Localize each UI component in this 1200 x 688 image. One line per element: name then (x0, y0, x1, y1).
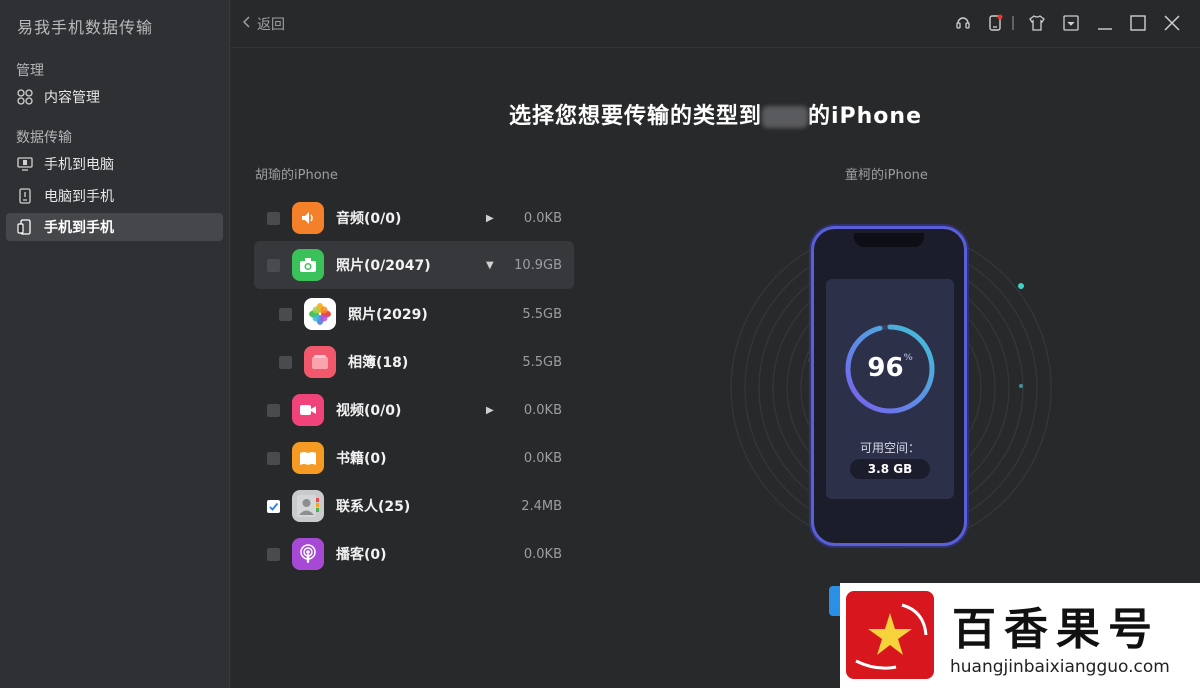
target-phone-mockup: 96% 可用空间： 3.8 GB (811, 226, 967, 546)
expand-arrow-icon[interactable]: ▶ (486, 213, 494, 224)
section-transfer-label: 数据传输 (16, 130, 72, 146)
page-title: 选择您想要传输的类型到 的iPhone (508, 104, 923, 129)
available-space-value: 3.8 GB (850, 459, 930, 479)
sidebar-item-pc-to-phone[interactable]: 电脑到手机 (6, 182, 223, 210)
section-manage-label: 管理 (16, 63, 44, 79)
speaker-icon (292, 202, 324, 234)
phone-notch (854, 233, 924, 247)
maximize-icon[interactable] (1128, 13, 1148, 33)
category-row-podcasts[interactable]: 播客(0) 0.0KB (254, 530, 574, 578)
video-icon (292, 394, 324, 426)
album-icon (304, 346, 336, 378)
sidebar-item-phone-to-phone[interactable]: 手机到手机 (6, 213, 223, 241)
category-size: 0.0KB (523, 402, 562, 418)
category-label: 视频(0/0) (336, 403, 402, 419)
sidebar-item-label: 电脑到手机 (44, 189, 114, 205)
chevron-left-icon (242, 16, 251, 32)
category-row-contacts[interactable]: 联系人(25) 2.4MB (254, 482, 574, 530)
phone-to-phone-icon (16, 218, 34, 236)
divider-icon (1009, 13, 1017, 33)
category-size: 2.4MB (521, 498, 562, 514)
checkbox-checked[interactable] (267, 499, 280, 513)
category-row-audio[interactable]: 音频(0/0) ▶ 0.0KB (254, 194, 574, 242)
category-label: 书籍(0) (336, 451, 387, 467)
contacts-icon (292, 490, 324, 522)
category-size: 0.0KB (523, 210, 562, 226)
sidebar-item-label: 内容管理 (44, 90, 100, 106)
collapse-arrow-icon[interactable]: ▼ (486, 260, 494, 271)
checkbox[interactable] (279, 307, 292, 321)
camera-icon (292, 249, 324, 281)
app-title: 易我手机数据传输 (17, 18, 154, 37)
sidebar-item-label: 手机到电脑 (44, 157, 114, 173)
checkbox[interactable] (267, 211, 280, 225)
checkbox[interactable] (267, 547, 280, 561)
menu-dropdown-icon[interactable] (1061, 13, 1081, 33)
redacted-name (761, 106, 808, 128)
checkbox[interactable] (267, 258, 280, 272)
watermark-url: huangjinbaixiangguo.com (950, 657, 1170, 677)
target-device-label: 童柯的iPhone (845, 168, 928, 183)
back-button[interactable]: 返回 (242, 14, 285, 34)
category-row-video[interactable]: 视频(0/0) ▶ 0.0KB (254, 386, 574, 434)
watermark-title: 百香果号 (952, 604, 1160, 655)
watermark: 百香果号 huangjinbaixiangguo.com (840, 583, 1200, 688)
minimize-icon[interactable] (1095, 13, 1115, 33)
pc-to-phone-icon (16, 187, 34, 205)
checkbox[interactable] (267, 403, 280, 417)
storage-card: 96% 可用空间： 3.8 GB (826, 279, 954, 499)
topbar: 返回 (231, 0, 1200, 48)
checkbox[interactable] (267, 451, 280, 465)
shirt-icon[interactable] (1027, 13, 1047, 33)
subcategory-row-photos[interactable]: 照片(2029) 5.5GB (254, 290, 574, 338)
support-icon[interactable] (953, 13, 973, 33)
sidebar: 易我手机数据传输 管理 内容管理 数据传输 手机到电脑 电脑到手机 手机到手机 (0, 0, 230, 688)
available-space-label: 可用空间： (859, 441, 920, 455)
podcast-icon (292, 538, 324, 570)
phone-to-pc-icon (16, 155, 34, 173)
sidebar-item-content-manage[interactable]: 内容管理 (6, 83, 223, 111)
sidebar-item-label: 手机到手机 (44, 220, 114, 236)
back-label: 返回 (257, 17, 285, 33)
category-label: 播客(0) (336, 547, 387, 563)
category-label: 联系人(25) (336, 499, 411, 515)
book-icon (292, 442, 324, 474)
category-label: 相簿(18) (348, 355, 409, 371)
category-label: 照片(2029) (348, 307, 428, 323)
grid-icon (16, 88, 34, 106)
subcategory-row-albums[interactable]: 相簿(18) 5.5GB (254, 338, 574, 386)
category-label: 照片(0/2047) (336, 258, 431, 274)
sidebar-item-phone-to-pc[interactable]: 手机到电脑 (6, 150, 223, 178)
category-row-photos[interactable]: 照片(0/2047) ▼ 10.9GB (254, 241, 574, 289)
category-size: 0.0KB (523, 546, 562, 562)
category-size: 5.5GB (522, 306, 562, 322)
device-icon[interactable] (985, 13, 1005, 33)
category-label: 音频(0/0) (336, 211, 402, 227)
category-row-books[interactable]: 书籍(0) 0.0KB (254, 434, 574, 482)
photos-flower-icon (304, 298, 336, 330)
checkbox[interactable] (279, 355, 292, 369)
watermark-logo (846, 591, 934, 679)
transfer-percent: 96% (867, 353, 913, 383)
category-size: 10.9GB (514, 257, 562, 273)
source-device-label: 胡瑜的iPhone (255, 168, 338, 183)
category-size: 5.5GB (522, 354, 562, 370)
expand-arrow-icon[interactable]: ▶ (486, 405, 494, 416)
category-size: 0.0KB (523, 450, 562, 466)
close-icon[interactable] (1162, 13, 1182, 33)
